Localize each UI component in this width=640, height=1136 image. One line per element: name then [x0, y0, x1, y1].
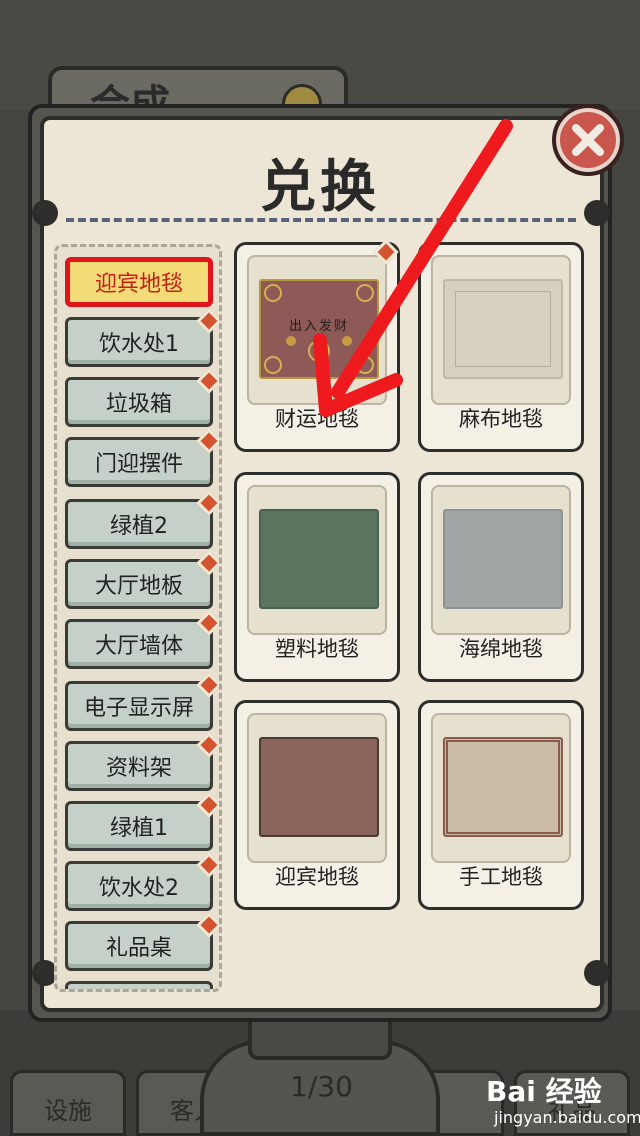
category-item[interactable]: 礼品桌 — [65, 912, 219, 971]
item-label: 手工地毯 — [459, 865, 543, 889]
rug-image — [259, 509, 379, 609]
bottom-tab: 设施 — [10, 1070, 126, 1136]
new-badge-icon — [196, 308, 219, 334]
item-label: 财运地毯 — [275, 407, 359, 431]
category-item[interactable]: 门迎摆件 — [65, 428, 219, 487]
item-card[interactable]: 海绵地毯 — [418, 472, 584, 682]
new-badge-icon — [196, 792, 219, 818]
item-thumbnail: 出入发财 — [247, 255, 387, 405]
item-label: 迎宾地毯 — [275, 865, 359, 889]
category-label: 门迎摆件 — [94, 452, 183, 477]
close-x-icon — [572, 124, 604, 156]
item-label: 海绵地毯 — [459, 637, 543, 661]
rug-image — [443, 737, 563, 837]
item-label: 塑料地毯 — [275, 637, 359, 661]
category-label: 饮水处2 — [99, 876, 179, 901]
close-button[interactable] — [552, 104, 624, 176]
background-left-edge — [0, 110, 30, 1010]
category-label: 资料架 — [105, 756, 172, 781]
new-badge-icon — [196, 490, 219, 516]
category-item[interactable]: 饮水处2 — [65, 852, 219, 911]
rug-image: 出入发财 — [259, 279, 379, 379]
category-label: 礼品桌 — [105, 936, 172, 961]
new-badge-icon — [196, 732, 219, 758]
category-label: 大厅墙体 — [94, 634, 183, 659]
rug-text: 出入发财 — [288, 319, 349, 334]
category-label: 大厅地板 — [94, 574, 183, 599]
new-badge-icon — [196, 550, 219, 576]
background-right-edge — [612, 110, 640, 1010]
category-label: 垃圾箱 — [105, 392, 172, 417]
category-label: 绿植2 — [110, 514, 168, 539]
watermark-main: Bai 经验 — [486, 1075, 602, 1108]
rug-image — [259, 737, 379, 837]
watermark-sub: jingyan.baidu.com — [494, 1108, 640, 1127]
item-thumbnail — [431, 713, 571, 863]
category-item-active[interactable]: 迎宾地毯 — [65, 257, 213, 307]
item-thumbnail — [431, 255, 571, 405]
category-item[interactable]: 垃圾箱 — [65, 368, 219, 427]
category-item[interactable]: 绿植2 — [65, 490, 219, 549]
item-card[interactable]: 迎宾地毯 — [234, 700, 400, 910]
new-badge-icon — [196, 672, 219, 698]
item-card[interactable]: 塑料地毯 — [234, 472, 400, 682]
item-thumbnail — [247, 713, 387, 863]
rug-inner-border — [455, 291, 551, 367]
category-label: 绿植1 — [110, 816, 168, 841]
page-indicator: 1/30 — [290, 1070, 353, 1103]
item-thumbnail — [431, 485, 571, 635]
item-card[interactable]: 手工地毯 — [418, 700, 584, 910]
new-badge-icon — [196, 852, 219, 878]
category-item[interactable]: 饮水处1 — [65, 308, 219, 367]
baidu-watermark: Bai 经验 jingyan.baidu.com — [486, 1068, 640, 1134]
category-item[interactable]: 资料架 — [65, 732, 219, 791]
category-label: 饮水处1 — [99, 332, 179, 357]
item-label: 麻布地毯 — [459, 407, 543, 431]
category-item[interactable]: 绿植1 — [65, 792, 219, 851]
frame-notch — [584, 960, 610, 986]
rug-image — [443, 509, 563, 609]
category-item[interactable]: 大厅墙体 — [65, 610, 219, 669]
category-item[interactable]: 大厅地板 — [65, 550, 219, 609]
category-label: 迎宾地毯 — [94, 272, 183, 297]
title-divider — [66, 218, 576, 222]
new-badge-icon — [196, 912, 219, 938]
category-item[interactable] — [65, 981, 213, 989]
category-item[interactable]: 电子显示屏 — [65, 672, 219, 731]
category-label: 电子显示屏 — [83, 696, 194, 721]
rug-image — [443, 279, 563, 379]
new-badge-icon — [196, 368, 219, 394]
item-card[interactable]: 麻布地毯 — [418, 242, 584, 452]
dialog-title: 兑换 — [260, 155, 380, 220]
category-list[interactable]: 迎宾地毯 饮水处1 垃圾箱 门迎摆件 绿植2 大厅地板 大厅墙体 电子显示屏 资… — [54, 244, 222, 992]
new-badge-icon — [196, 428, 219, 454]
new-badge-icon — [196, 610, 219, 636]
item-thumbnail — [247, 485, 387, 635]
item-card[interactable]: 出入发财 财运地毯 — [234, 239, 400, 452]
